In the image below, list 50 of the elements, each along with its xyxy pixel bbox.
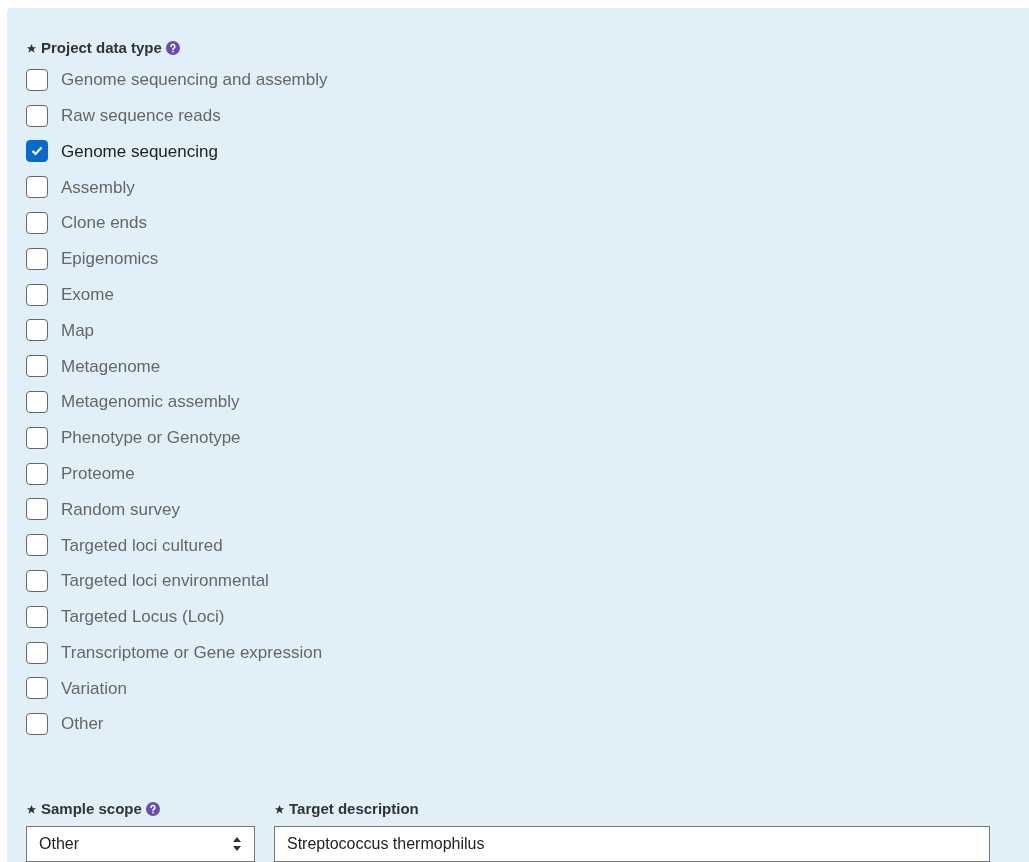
checkbox[interactable]: [26, 283, 48, 306]
required-star-icon: [274, 803, 285, 815]
field-label: Target description: [289, 798, 419, 819]
option-label: Epigenomics: [61, 248, 159, 271]
option-label: Proteome: [61, 462, 135, 485]
checkbox[interactable]: [26, 570, 48, 593]
checkbox[interactable]: [26, 319, 48, 342]
checkbox[interactable]: [26, 247, 48, 270]
option-label: Map: [61, 319, 95, 342]
option-label: Targeted loci cultured: [61, 534, 223, 557]
option-label: Assembly: [61, 176, 135, 199]
sort-arrows-icon: [232, 836, 242, 853]
option-label: Exome: [61, 283, 114, 306]
checkbox[interactable]: [26, 462, 48, 485]
checkbox[interactable]: [26, 391, 48, 414]
checkbox[interactable]: [26, 641, 48, 664]
help-icon[interactable]: [165, 41, 180, 55]
option-label: Genome sequencing and assembly: [61, 69, 328, 92]
checkbox[interactable]: [26, 498, 48, 521]
checkmark-icon: [31, 146, 43, 157]
sample-scope-select[interactable]: Other: [26, 826, 255, 862]
checkbox[interactable]: [26, 140, 48, 163]
checkbox[interactable]: [26, 104, 48, 127]
field-label: Sample scope: [41, 798, 142, 819]
option-label: Metagenomic assembly: [61, 391, 240, 414]
option-label: Genome sequencing: [61, 140, 218, 163]
option-label: Raw sequence reads: [61, 104, 221, 127]
option-label: Clone ends: [61, 212, 147, 235]
help-icon[interactable]: [145, 802, 160, 817]
checkbox[interactable]: [26, 677, 48, 700]
option-label: Other: [61, 713, 104, 736]
option-label: Targeted loci environmental: [61, 570, 269, 593]
option-label: Variation: [61, 677, 127, 700]
required-star-icon: [26, 42, 37, 54]
checkbox[interactable]: [26, 68, 48, 91]
checkbox[interactable]: [26, 212, 48, 235]
checkbox[interactable]: [26, 176, 48, 199]
option-label: Phenotype or Genotype: [61, 427, 241, 450]
checkbox[interactable]: [26, 426, 48, 449]
field-label: Project data type: [41, 37, 162, 58]
checkbox[interactable]: [26, 355, 48, 378]
option-label: Random survey: [61, 498, 181, 521]
checkbox[interactable]: [26, 534, 48, 557]
option-label: Transcriptome or Gene expression: [61, 641, 323, 664]
option-label: Targeted Locus (Loci): [61, 606, 225, 629]
checkbox[interactable]: [26, 605, 48, 628]
checkbox[interactable]: [26, 713, 48, 736]
target-description-field[interactable]: Streptococcus thermophilus: [274, 826, 990, 862]
required-star-icon: [26, 803, 37, 815]
option-label: Metagenome: [61, 355, 161, 378]
